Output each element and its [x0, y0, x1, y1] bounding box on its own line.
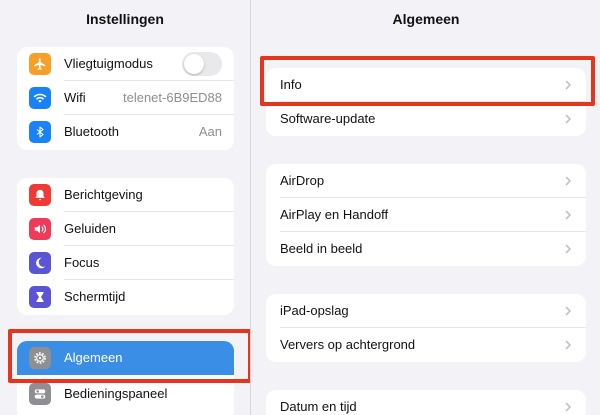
chevron-right-icon: [565, 210, 572, 220]
sidebar-group-system: Algemeen Bedieningspaneel: [17, 341, 234, 415]
sidebar-item-airplane-mode[interactable]: Vliegtuigmodus: [17, 47, 234, 81]
chevron-right-icon: [565, 176, 572, 186]
general-item-label: Beeld in beeld: [280, 241, 363, 256]
switches-icon: [29, 383, 51, 405]
bluetooth-status-value: Aan: [198, 124, 222, 139]
airplane-icon: [29, 53, 51, 75]
general-item-label: Ververs op achtergrond: [280, 337, 416, 352]
general-detail-pane: Algemeen Info Software-update AirDrop Ai…: [252, 0, 600, 415]
airplane-mode-toggle[interactable]: [182, 52, 222, 76]
sidebar-item-label: Bedieningspaneel: [64, 386, 168, 401]
general-item-picture-in-picture[interactable]: Beeld in beeld: [266, 232, 586, 266]
settings-sidebar: Instellingen Vliegtuigmodus Wifi telenet…: [0, 0, 251, 415]
hourglass-icon: [29, 286, 51, 308]
sidebar-item-label: Algemeen: [64, 350, 123, 365]
sidebar-item-label: Vliegtuigmodus: [64, 56, 153, 71]
page-title: Algemeen: [392, 11, 460, 27]
sidebar-item-notifications[interactable]: Berichtgeving: [17, 178, 234, 212]
general-item-date-time[interactable]: Datum en tijd: [266, 390, 586, 415]
toggle-knob: [184, 54, 204, 74]
sidebar-item-sounds[interactable]: Geluiden: [17, 212, 234, 246]
chevron-right-icon: [565, 114, 572, 124]
sidebar-item-bluetooth[interactable]: Bluetooth Aan: [17, 115, 234, 149]
sidebar-item-general[interactable]: Algemeen: [17, 341, 234, 375]
general-item-airplay-handoff[interactable]: AirPlay en Handoff: [266, 198, 586, 232]
sidebar-item-focus[interactable]: Focus: [17, 246, 234, 280]
general-item-label: Info: [280, 77, 302, 92]
sounds-icon: [29, 218, 51, 240]
general-item-software-update[interactable]: Software-update: [266, 102, 586, 136]
wifi-icon: [29, 87, 51, 109]
gear-icon: [29, 347, 51, 369]
general-item-label: AirDrop: [280, 173, 325, 188]
wifi-network-value: telenet-6B9ED88: [122, 90, 222, 105]
sidebar-item-label: Wifi: [64, 90, 86, 105]
general-item-background-refresh[interactable]: Ververs op achtergrond: [266, 328, 586, 362]
moon-icon: [29, 252, 51, 274]
general-group-about: Info Software-update: [266, 68, 586, 136]
sidebar-item-screen-time[interactable]: Schermtijd: [17, 280, 234, 314]
general-item-label: Software-update: [280, 111, 376, 126]
general-item-label: AirPlay en Handoff: [280, 207, 389, 222]
sidebar-title: Instellingen: [86, 11, 164, 27]
general-group-sharing: AirDrop AirPlay en Handoff Beeld in beel…: [266, 164, 586, 266]
chevron-right-icon: [565, 244, 572, 254]
sidebar-group-connectivity: Vliegtuigmodus Wifi telenet-6B9ED88 Blue…: [17, 47, 234, 150]
general-item-label: Datum en tijd: [280, 399, 357, 414]
sidebar-item-label: Focus: [64, 255, 100, 270]
bluetooth-icon: [29, 121, 51, 143]
general-item-label: iPad-opslag: [280, 303, 349, 318]
sidebar-group-notifications: Berichtgeving Geluiden Focus Schermtijd: [17, 178, 234, 315]
chevron-right-icon: [565, 402, 572, 412]
sidebar-item-label: Geluiden: [64, 221, 117, 236]
general-item-info[interactable]: Info: [266, 68, 586, 102]
sidebar-item-wifi[interactable]: Wifi telenet-6B9ED88: [17, 81, 234, 115]
general-group-datetime: Datum en tijd: [266, 390, 586, 415]
chevron-right-icon: [565, 306, 572, 316]
sidebar-item-label: Berichtgeving: [64, 187, 143, 202]
general-item-ipad-storage[interactable]: iPad-opslag: [266, 294, 586, 328]
general-item-airdrop[interactable]: AirDrop: [266, 164, 586, 198]
chevron-right-icon: [565, 340, 572, 350]
sidebar-item-label: Bluetooth: [64, 124, 119, 139]
general-group-storage: iPad-opslag Ververs op achtergrond: [266, 294, 586, 362]
sidebar-item-label: Schermtijd: [64, 289, 126, 304]
sidebar-item-control-center[interactable]: Bedieningspaneel: [17, 377, 234, 411]
notifications-icon: [29, 184, 51, 206]
chevron-right-icon: [565, 80, 572, 90]
